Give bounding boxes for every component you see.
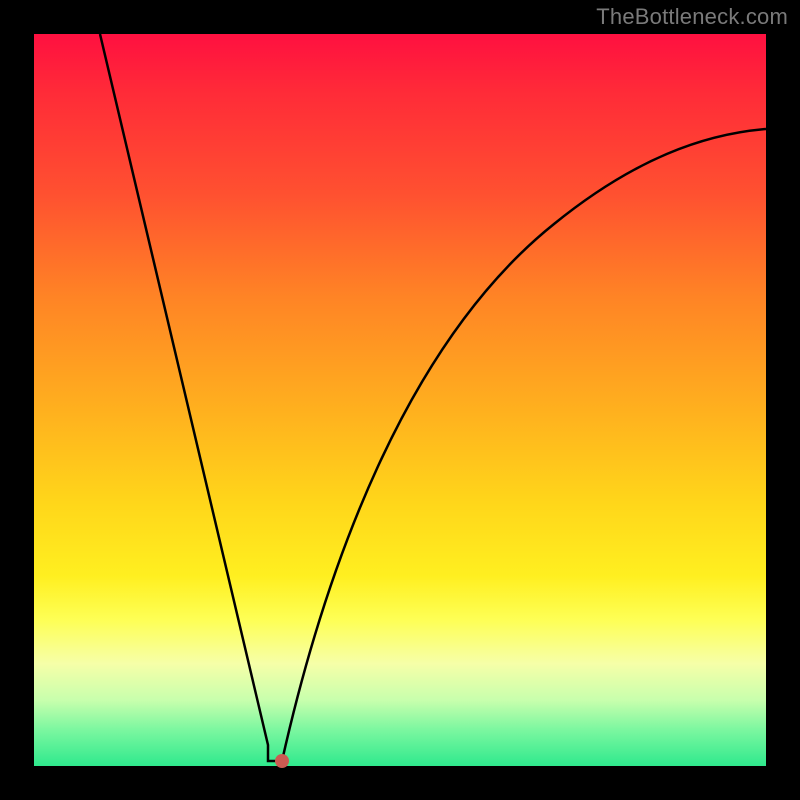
curve-svg xyxy=(34,34,766,766)
plot-area xyxy=(34,34,766,766)
curve-group xyxy=(100,34,766,768)
watermark-text: TheBottleneck.com xyxy=(596,4,788,30)
curve-left-line xyxy=(100,34,282,761)
outer-frame: TheBottleneck.com xyxy=(0,0,800,800)
min-marker-dot xyxy=(275,754,289,768)
curve-right-bezier xyxy=(282,129,766,761)
